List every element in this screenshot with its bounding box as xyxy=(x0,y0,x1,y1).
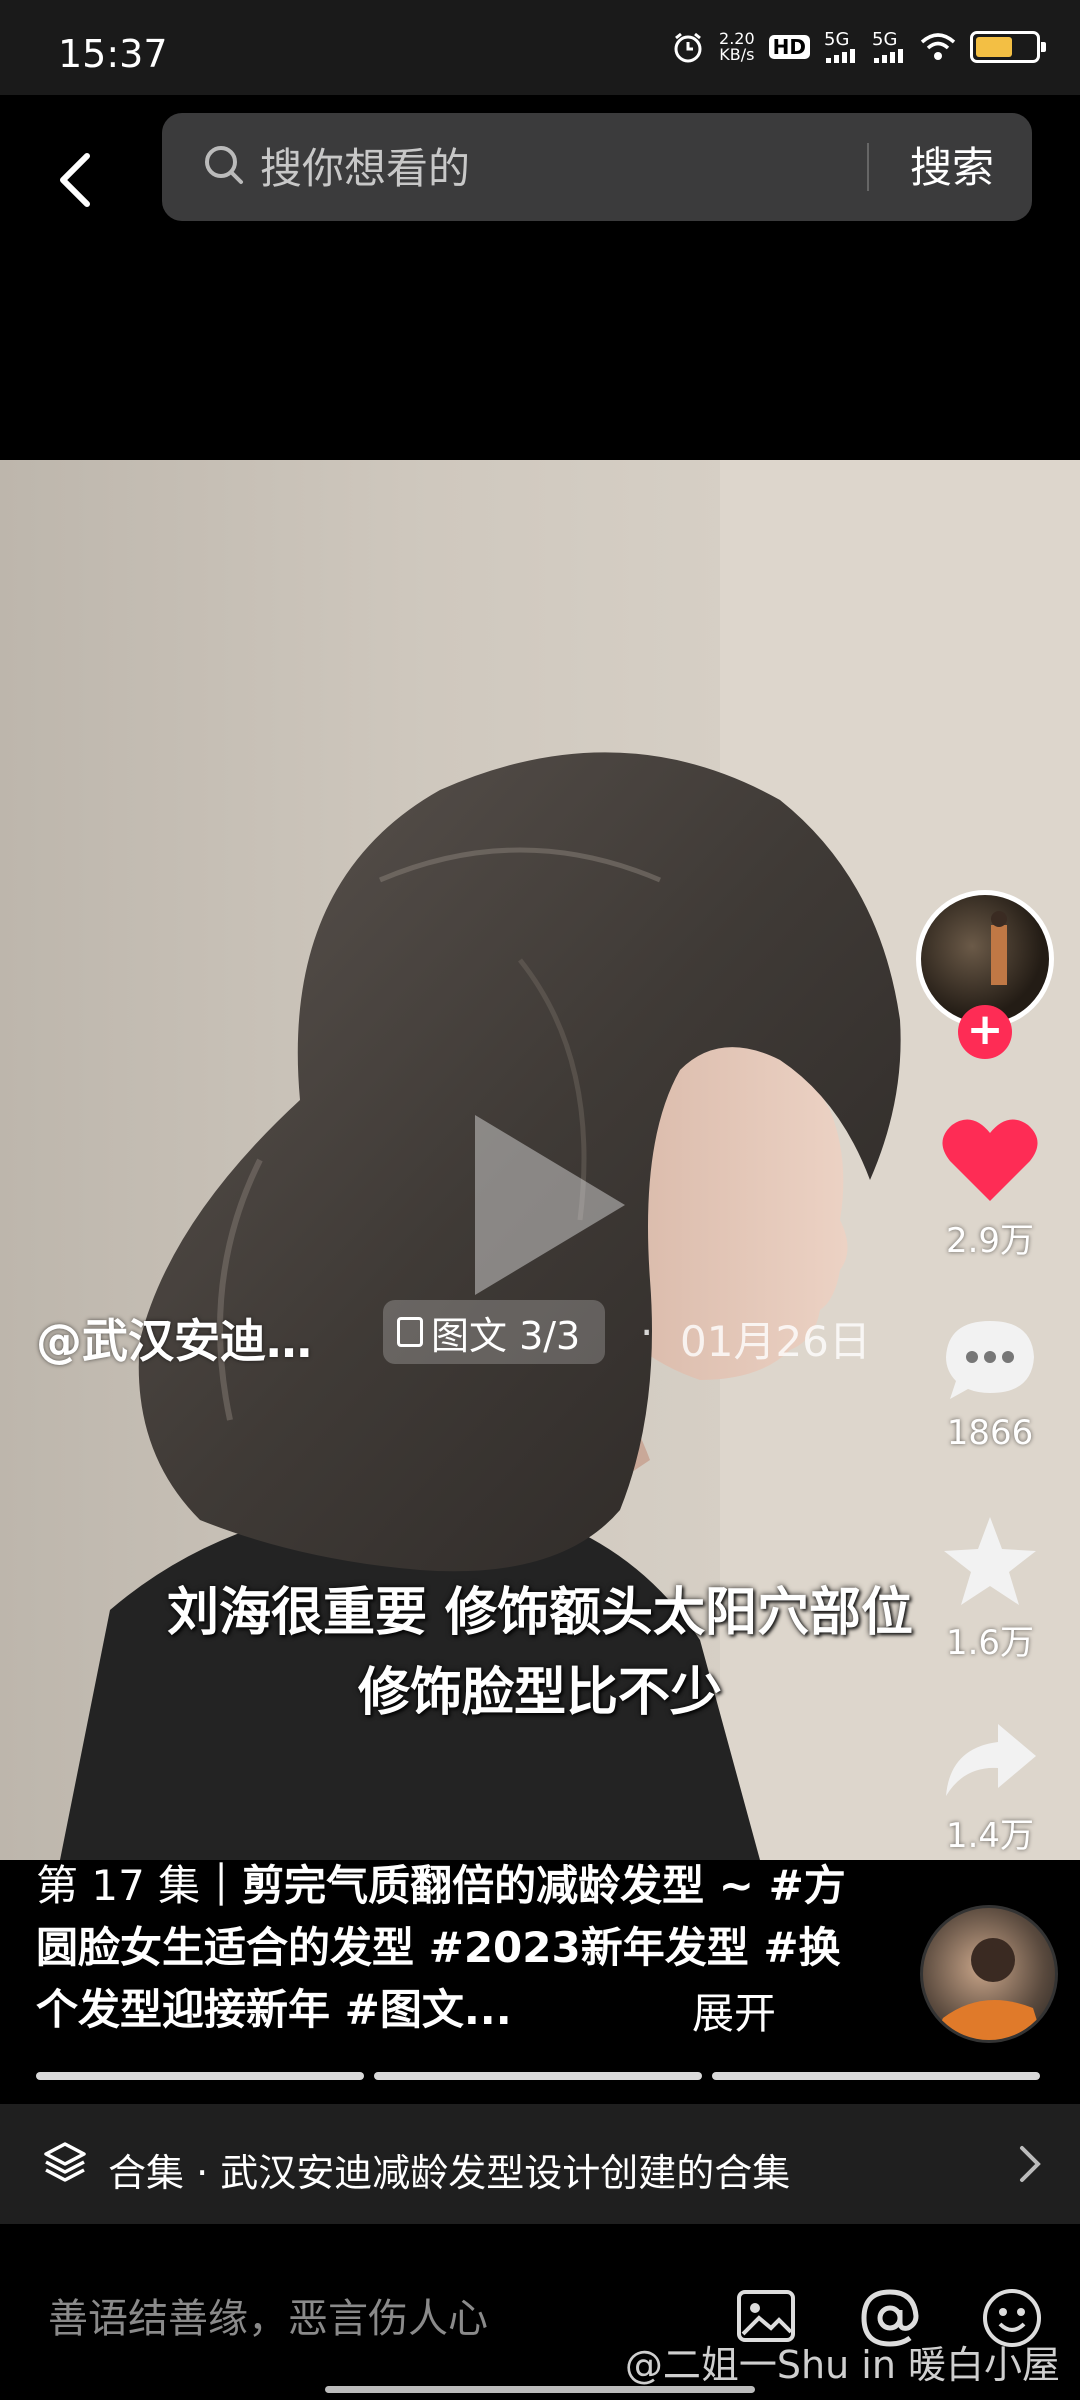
top-bar: 搜索 xyxy=(0,95,1080,455)
favorite-button[interactable]: 1.6万 xyxy=(910,1515,1070,1664)
like-button[interactable]: 2.9万 xyxy=(910,1115,1070,1262)
chevron-left-icon xyxy=(60,153,90,207)
search-box[interactable]: 搜索 xyxy=(162,113,1032,221)
status-bar: 15:37 2.20 KB/s HD 5G 5G xyxy=(0,0,1080,95)
star-icon xyxy=(944,1517,1036,1605)
search-icon xyxy=(205,146,243,184)
collection-label: 合集 · 武汉安迪减龄发型设计创建的合集 xyxy=(108,2151,791,2195)
comment-bar: 善语结善缘，恶言伤人心 @二姐一Shu in 暖白小屋 xyxy=(0,2224,1080,2400)
status-icons: 2.20 KB/s HD 5G 5G xyxy=(671,29,1046,64)
follow-button[interactable]: + xyxy=(958,1005,1012,1059)
post-type-pill: 图文 3/3 xyxy=(383,1300,605,1364)
comment-button[interactable]: 1866 xyxy=(910,1315,1070,1453)
comment-input[interactable]: 善语结善缘，恶言伤人心 xyxy=(48,2286,488,2344)
progress-segment xyxy=(712,2072,1040,2080)
wifi-icon xyxy=(920,32,956,62)
battery-icon xyxy=(970,31,1046,63)
hd-icon: HD xyxy=(768,35,810,59)
back-button[interactable] xyxy=(40,135,110,225)
search-button[interactable]: 搜索 xyxy=(892,133,1012,201)
image-progress xyxy=(36,2072,1040,2080)
share-count: 1.4万 xyxy=(945,1816,1035,1856)
favorite-count: 1.6万 xyxy=(945,1623,1035,1663)
like-count: 2.9万 xyxy=(945,1221,1035,1261)
watermark: @二姐一Shu in 暖白小屋 xyxy=(624,2343,1060,2387)
share-button[interactable]: 1.4万 xyxy=(910,1720,1070,1857)
image-post-icon xyxy=(397,1317,423,1347)
progress-segment xyxy=(374,2072,702,2080)
author-name[interactable]: @武汉安迪… xyxy=(36,1305,312,1371)
alarm-icon xyxy=(671,30,705,64)
post-date: 01月26日 xyxy=(680,1317,871,1366)
home-indicator[interactable] xyxy=(325,2386,755,2393)
music-disc[interactable] xyxy=(920,1905,1058,2043)
comment-count: 1866 xyxy=(946,1413,1034,1453)
search-input[interactable] xyxy=(258,137,902,199)
layers-icon xyxy=(44,2142,86,2182)
signal-icon-2: 5G xyxy=(872,31,906,63)
meta-separator: · xyxy=(640,1308,654,1357)
chevron-right-icon xyxy=(1020,2146,1041,2182)
status-time: 15:37 xyxy=(58,32,168,76)
comment-icon xyxy=(946,1321,1034,1399)
play-icon[interactable] xyxy=(455,1105,635,1305)
progress-segment xyxy=(36,2072,364,2080)
heart-icon xyxy=(942,1119,1038,1201)
collection-bar[interactable]: 合集 · 武汉安迪减龄发型设计创建的合集 xyxy=(0,2104,1080,2224)
signal-icon-1: 5G xyxy=(824,31,858,63)
expand-caption-button[interactable]: 展开 xyxy=(692,1980,776,2041)
post-type-label: 图文 3/3 xyxy=(431,1313,581,1358)
share-icon xyxy=(946,1724,1036,1796)
search-divider xyxy=(867,143,869,191)
net-speed: 2.20 KB/s xyxy=(719,29,755,64)
episode-label: 第 17 集 xyxy=(36,1861,201,1910)
